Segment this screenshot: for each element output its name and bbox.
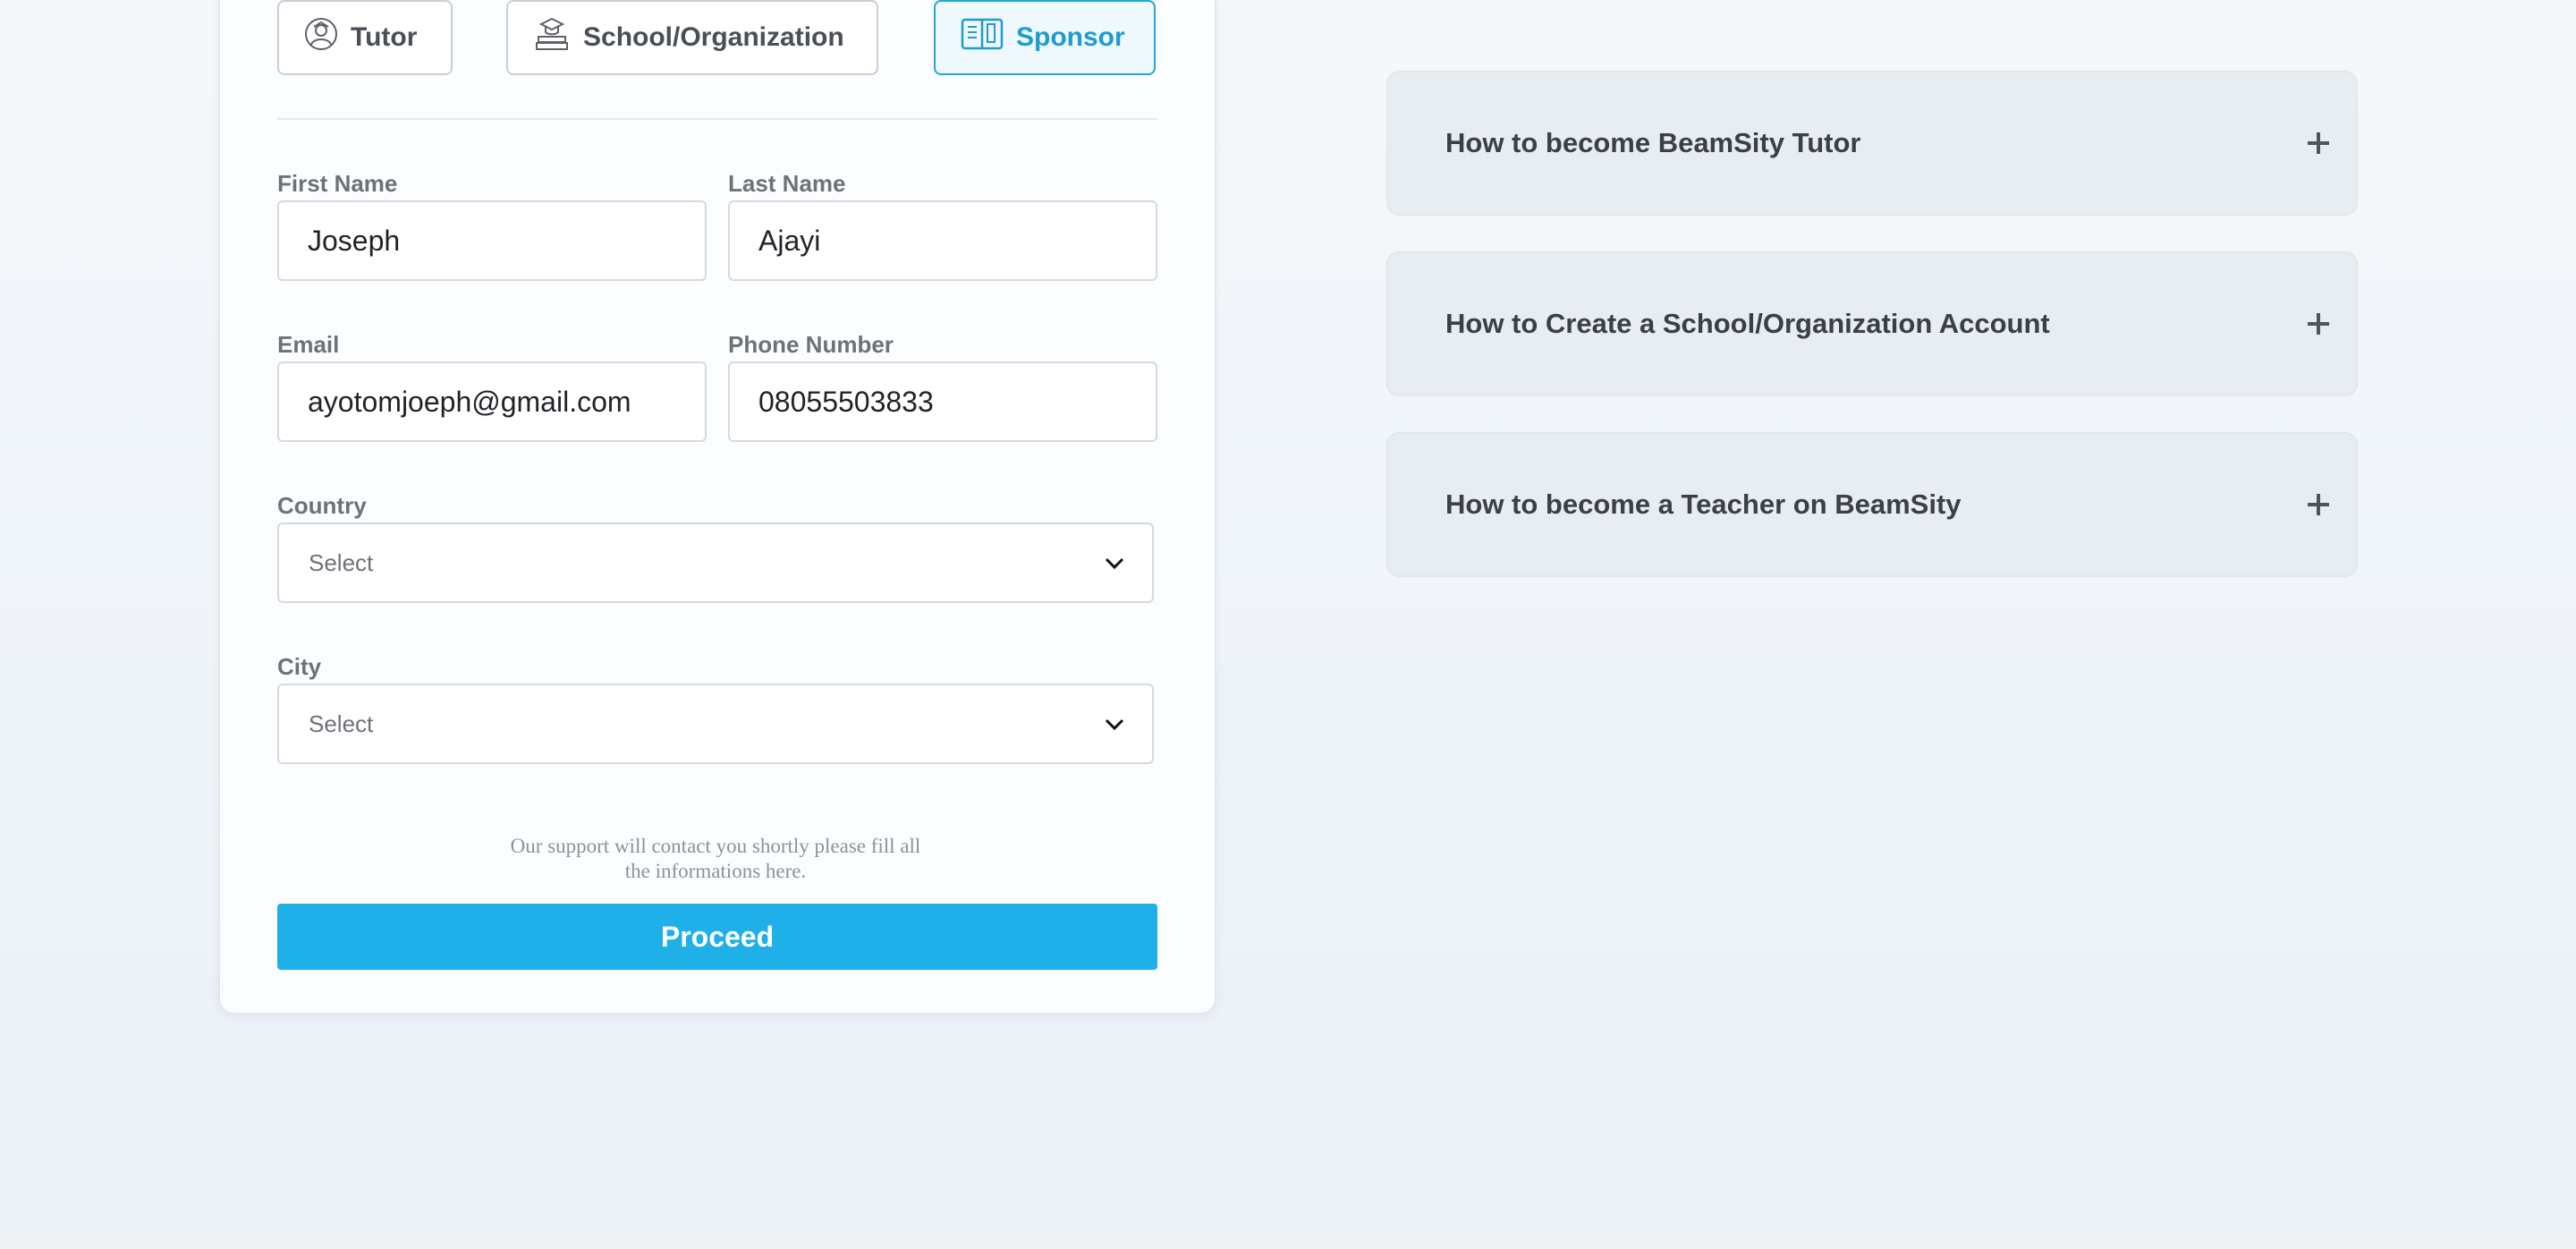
role-tutor-button[interactable]: Tutor xyxy=(277,0,453,75)
role-school-organization-button[interactable]: School/Organization xyxy=(506,0,878,75)
proceed-button[interactable]: Proceed xyxy=(277,904,1157,970)
support-note-line-1: Our support will contact you shortly ple… xyxy=(510,835,921,857)
first-name-input[interactable]: Joseph xyxy=(277,200,707,281)
phone-number-label: Phone Number xyxy=(728,331,894,358)
faq-item-become-tutor[interactable]: How to become BeamSity Tutor xyxy=(1386,71,2358,216)
country-label: Country xyxy=(277,492,367,519)
faq-title: How to Create a School/Organization Acco… xyxy=(1445,308,2050,339)
role-tutor-label: Tutor xyxy=(351,22,418,52)
country-select[interactable]: Select xyxy=(277,523,1154,603)
tutor-avatar-icon xyxy=(304,17,338,58)
last-name-label: Last Name xyxy=(728,170,846,197)
form-divider xyxy=(277,118,1157,120)
plus-icon[interactable] xyxy=(2308,494,2329,515)
support-note: Our support will contact you shortly ple… xyxy=(483,834,948,884)
phone-number-input[interactable]: 08055503833 xyxy=(728,361,1157,442)
faq-item-create-school-account[interactable]: How to Create a School/Organization Acco… xyxy=(1386,251,2358,396)
chevron-down-icon xyxy=(1104,710,1125,738)
chevron-down-icon xyxy=(1104,549,1125,577)
plus-icon[interactable] xyxy=(2308,313,2329,335)
faq-title: How to become BeamSity Tutor xyxy=(1445,127,1861,158)
support-note-line-2: the informations here. xyxy=(624,860,807,882)
role-school-organization-label: School/Organization xyxy=(583,22,844,52)
role-sponsor-button[interactable]: Sponsor xyxy=(934,0,1156,75)
page-footer-strip xyxy=(0,1229,2576,1249)
sponsor-book-icon xyxy=(961,17,1004,58)
faq-title: How to become a Teacher on BeamSity xyxy=(1445,489,1962,520)
city-label: City xyxy=(277,653,322,680)
email-label: Email xyxy=(277,331,340,358)
plus-icon[interactable] xyxy=(2308,132,2329,154)
role-sponsor-label: Sponsor xyxy=(1016,22,1125,52)
faq-item-become-teacher[interactable]: How to become a Teacher on BeamSity xyxy=(1386,432,2358,577)
city-select[interactable]: Select xyxy=(277,684,1154,764)
first-name-label: First Name xyxy=(277,170,398,197)
last-name-input[interactable]: Ajayi xyxy=(728,200,1157,281)
city-select-value: Select xyxy=(309,709,374,737)
country-select-value: Select xyxy=(309,548,374,576)
email-input[interactable]: ayotomjoeph@gmail.com xyxy=(277,361,707,442)
school-books-icon xyxy=(533,16,571,59)
